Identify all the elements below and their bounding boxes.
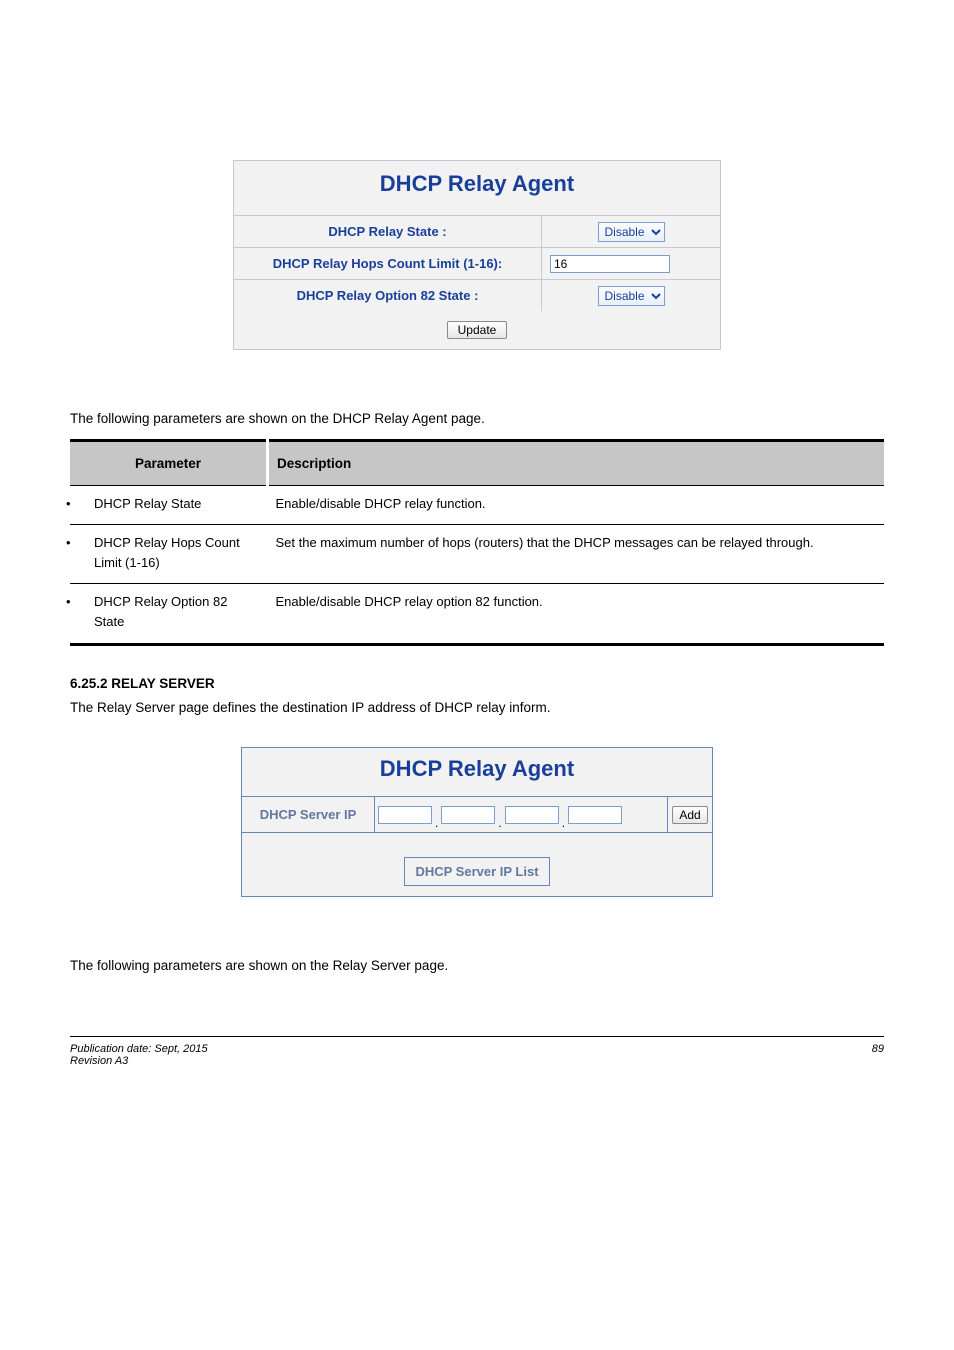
dhcp-relay-agent-settings-screenshot: DHCP Relay Agent DHCP Relay State : Disa…	[233, 160, 721, 350]
dhcp-server-ip-list-heading: DHCP Server IP List	[404, 857, 549, 886]
panel-title: DHCP Relay Agent	[234, 161, 720, 215]
hops-limit-label: DHCP Relay Hops Count Limit (1-16):	[234, 248, 542, 279]
subsection-heading: 6.25.2 RELAY SERVER	[70, 676, 884, 691]
dhcp-server-ip-label: DHCP Server IP	[242, 797, 375, 832]
option82-state-select[interactable]: Disable	[598, 286, 665, 306]
ip-octet-4[interactable]	[568, 806, 622, 824]
subsection-description: The Relay Server page defines the destin…	[70, 699, 884, 718]
table-head-parameter: Parameter	[70, 440, 268, 485]
page-number: 89	[872, 1043, 884, 1067]
option82-state-label: DHCP Relay Option 82 State :	[234, 280, 542, 311]
footer-publication-date: Publication date: Sept, 2015	[70, 1043, 872, 1055]
relay-state-label: DHCP Relay State :	[234, 216, 542, 247]
parameters-table: Parameter Description •DHCP Relay State …	[70, 439, 884, 646]
ip-octet-3[interactable]	[505, 806, 559, 824]
table-row: •DHCP Relay Hops Count Limit (1-16) Set …	[70, 525, 884, 584]
hops-limit-input[interactable]	[550, 255, 670, 273]
ip-input-group: . . .	[375, 797, 668, 832]
ip-octet-2[interactable]	[441, 806, 495, 824]
panel2-title: DHCP Relay Agent	[242, 748, 712, 796]
ip-octet-1[interactable]	[378, 806, 432, 824]
caption-text: The following parameters are shown on th…	[70, 410, 884, 429]
page-footer: Publication date: Sept, 2015 Revision A3…	[70, 1036, 884, 1067]
add-button[interactable]: Add	[672, 806, 707, 824]
table-head-description: Description	[268, 440, 885, 485]
caption-text-2: The following parameters are shown on th…	[70, 957, 884, 976]
relay-state-select[interactable]: Disable	[598, 222, 665, 242]
table-row: •DHCP Relay Option 82 State Enable/disab…	[70, 584, 884, 644]
dhcp-relay-server-ip-screenshot: DHCP Relay Agent DHCP Server IP . . . Ad…	[241, 747, 713, 897]
update-button[interactable]: Update	[447, 321, 508, 339]
table-row: •DHCP Relay State Enable/disable DHCP re…	[70, 485, 884, 524]
footer-revision: Revision A3	[70, 1055, 872, 1067]
